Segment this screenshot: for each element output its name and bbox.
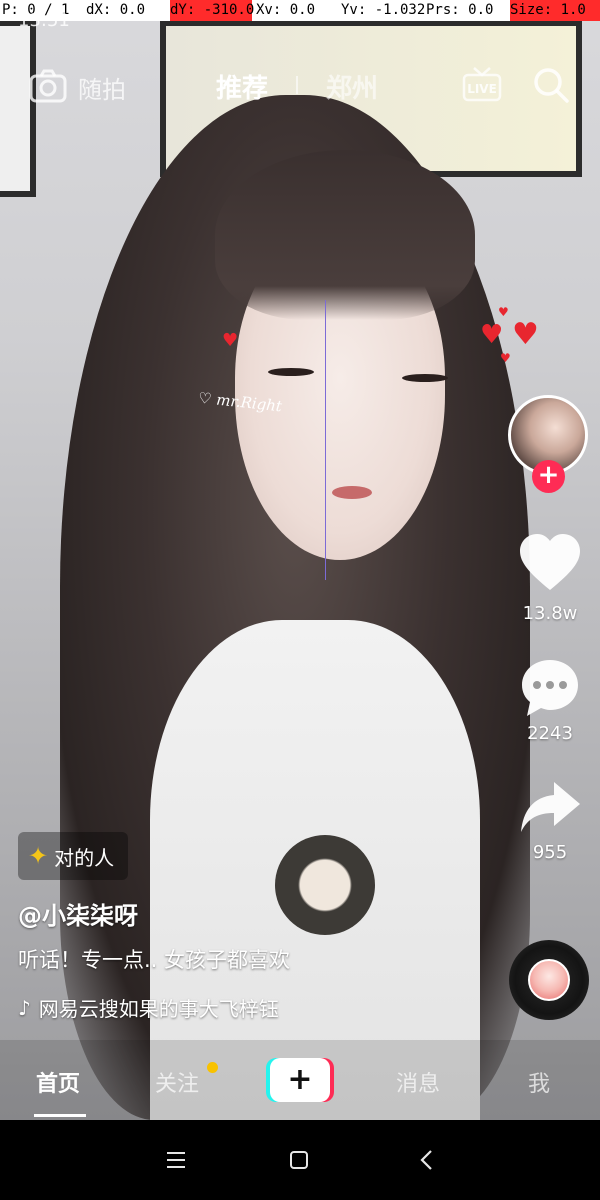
tab-follow[interactable]: 关注: [155, 1066, 199, 1098]
notification-dot: [207, 1062, 218, 1073]
comment-count: 2243: [527, 723, 573, 744]
heart-sticker-icon: ♥: [222, 330, 239, 351]
share-count: 955: [532, 842, 568, 863]
music-disc-cover: [528, 959, 570, 1001]
tab-me[interactable]: 我: [528, 1066, 550, 1098]
share-arrow-icon[interactable]: [518, 778, 582, 842]
home-icon[interactable]: [290, 1151, 308, 1169]
camera-icon[interactable]: [28, 66, 68, 106]
topic-tag[interactable]: ✦ 对的人: [18, 832, 129, 880]
music-title: 网易云搜如果的事大飞梓钰: [38, 997, 279, 1021]
tab-divider: [296, 76, 298, 94]
debug-yv: Yv: -1.032: [341, 2, 426, 18]
tab-home[interactable]: 首页: [36, 1066, 80, 1098]
camera-label[interactable]: 随拍: [78, 70, 126, 105]
video-subject-bangs: [215, 150, 475, 320]
menu-icon[interactable]: [166, 1151, 186, 1169]
debug-dy: dY: -310.0: [170, 0, 254, 21]
music-marquee[interactable]: ♪ 网易云搜如果的事大飞梓钰: [18, 993, 279, 1022]
wall-frame: [0, 20, 36, 197]
debug-prs: Prs: 0.0: [426, 2, 494, 18]
heart-sticker-icon: ♥: [498, 305, 509, 319]
heart-sticker-icon: ♥: [480, 320, 504, 350]
debug-size: Size: 1.0: [510, 0, 600, 21]
svg-text:LIVE: LIVE: [467, 82, 497, 96]
lips: [332, 486, 372, 499]
eye: [268, 368, 314, 376]
follow-plus-button[interactable]: +: [532, 460, 565, 493]
heart-sticker-icon: ♥: [512, 317, 539, 352]
music-note-icon: ♪: [18, 995, 31, 1020]
topic-tag-label: 对的人: [54, 845, 115, 870]
heart-sticker-icon: ♥: [500, 351, 511, 365]
shirt-print: [275, 835, 375, 935]
video-caption: 听话！专一点.. 女孩子都喜欢: [18, 948, 291, 972]
tab-messages[interactable]: 消息: [396, 1066, 440, 1098]
sparkle-icon: ✦: [28, 842, 49, 870]
debug-dx: dX: 0.0: [86, 2, 146, 18]
back-icon[interactable]: [418, 1149, 436, 1171]
comment-icon[interactable]: [518, 656, 582, 720]
search-icon[interactable]: [532, 66, 570, 104]
create-video-button[interactable]: +: [266, 1058, 334, 1102]
pointer-debug-bar: P: 0 / 1 dX: 0.0 dY: -310.0 Xv: 0.0 Yv: …: [0, 0, 600, 21]
tab-active-indicator: [34, 1114, 86, 1117]
eye: [402, 374, 448, 382]
like-count: 13.8w: [522, 603, 578, 624]
debug-xv: Xv: 0.0: [256, 2, 316, 18]
tab-recommend[interactable]: 推荐: [216, 68, 268, 105]
plus-icon: +: [270, 1058, 330, 1102]
tab-city[interactable]: 郑州: [326, 68, 378, 105]
status-time: 13:51: [18, 10, 70, 31]
creator-username[interactable]: @小柒柒呀: [18, 896, 138, 931]
touch-trace-line: [325, 300, 326, 580]
live-icon[interactable]: LIVE: [462, 66, 502, 102]
like-heart-icon[interactable]: [518, 532, 582, 596]
